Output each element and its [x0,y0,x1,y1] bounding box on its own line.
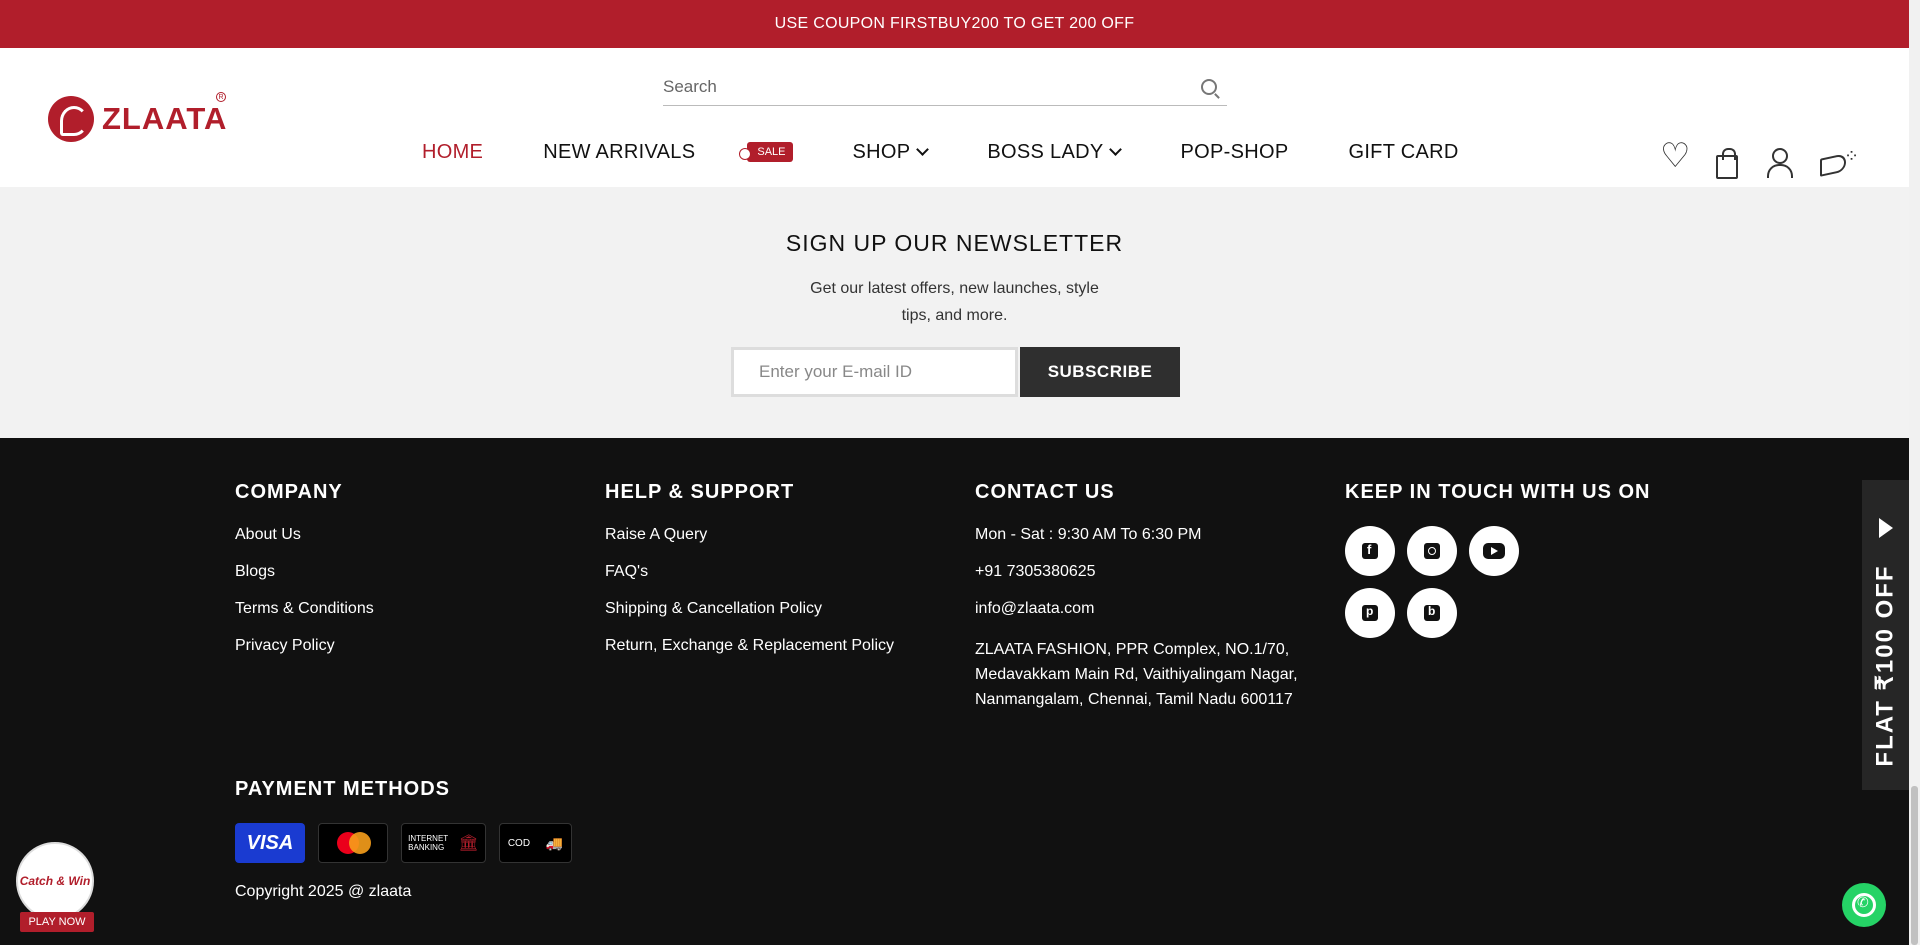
social-links [1345,526,1585,650]
link-terms[interactable]: Terms & Conditions [235,600,374,618]
contact-email[interactable]: info@zlaata.com [975,600,1315,618]
chevron-down-icon [916,143,930,156]
flat-offer-text: FLAT ₹100 OFF [1872,563,1900,767]
footer-contact: CONTACT US Mon - Sat : 9:30 AM To 6:30 P… [975,481,1315,712]
instagram-icon [1424,543,1440,559]
account-user-icon[interactable] [1764,148,1794,178]
payment-title: PAYMENT METHODS [235,778,451,800]
site-header: ZLAATA R HOME NEW ARRIVALS SALE SHOP BOS… [0,48,1909,187]
link-shipping-policy[interactable]: Shipping & Cancellation Policy [605,600,894,618]
flat-offer-tab[interactable]: FLAT ₹100 OFF [1862,480,1909,790]
link-raise-query[interactable]: Raise A Query [605,526,894,544]
contact-hours: Mon - Sat : 9:30 AM To 6:30 PM [975,526,1202,543]
net-banking-badge: INTERNET BANKING 🏛 [401,823,486,863]
newsletter-subtitle: Get our latest offers, new launches, sty… [810,280,1099,324]
nav-boss-lady[interactable]: BOSS LADY [987,140,1123,164]
mastercard-icon [335,832,371,854]
catch-win-widget[interactable]: Catch & Win PLAY NOW [16,842,94,934]
footer-contact-title: CONTACT US [975,481,1115,503]
link-privacy[interactable]: Privacy Policy [235,637,374,655]
youtube-link[interactable] [1469,526,1519,576]
link-about-us[interactable]: About Us [235,526,374,544]
mastercard-badge [318,823,388,863]
bank-icon: 🏛 [458,834,479,852]
nav-boss-lady-label: BOSS LADY [987,140,1104,163]
nav-home[interactable]: HOME [422,141,483,164]
net-banking-label: INTERNET BANKING [408,834,449,852]
cod-badge: COD 🚚 [499,823,572,863]
nav-shop-label: SHOP [852,140,911,163]
footer-help: HELP & SUPPORT Raise A Query FAQ's Shipp… [605,481,894,674]
newsletter-title: SIGN UP OUR NEWSLETTER [785,230,1124,256]
flat-offer-text-wrap: FLAT ₹100 OFF [1862,540,1909,790]
site-footer: COMPANY About Us Blogs Terms & Condition… [0,438,1909,945]
payment-list: VISA INTERNET BANKING 🏛 COD 🚚 [235,823,585,863]
registered-icon: R [216,92,226,102]
brand-logo[interactable]: ZLAATA R [48,92,228,142]
nav-sale-tag[interactable]: SALE [739,142,793,162]
catch-win-badge: Catch & Win [16,842,94,920]
footer-social: KEEP IN TOUCH WITH US ON [1345,481,1651,650]
page-scrollbar[interactable] [1909,0,1920,945]
instagram-link[interactable] [1407,526,1457,576]
wishlist-heart-icon[interactable] [1660,136,1690,178]
main-nav: HOME NEW ARRIVALS SALE SHOP BOSS LADY PO… [412,132,1519,172]
chevron-down-icon [1109,143,1123,156]
play-arrow-icon [1879,518,1893,538]
logo-mark-icon [48,96,94,142]
header-actions [1660,136,1876,179]
whatsapp-icon [1852,893,1876,917]
play-now-button[interactable]: PLAY NOW [20,912,94,932]
search-bar [663,68,1227,106]
payment-methods: PAYMENT METHODS VISA INTERNET BANKING 🏛 C… [235,778,585,901]
announcement-megaphone-icon[interactable] [1820,146,1859,178]
facebook-link[interactable] [1345,526,1395,576]
youtube-icon [1483,543,1505,559]
footer-company-title: COMPANY [235,481,343,503]
footer-company: COMPANY About Us Blogs Terms & Condition… [235,481,374,674]
link-faqs[interactable]: FAQ's [605,563,894,581]
blogger-icon [1424,604,1440,621]
blogger-link[interactable] [1407,588,1457,638]
pinterest-link[interactable] [1345,588,1395,638]
whatsapp-button[interactable] [1842,883,1886,927]
cart-bag-icon[interactable] [1716,148,1738,179]
scrollbar-thumb[interactable] [1911,786,1918,945]
newsletter-form: SUBSCRIBE [731,347,1180,397]
facebook-icon [1362,542,1378,559]
nav-gift-card[interactable]: GIFT CARD [1348,141,1458,164]
link-return-policy[interactable]: Return, Exchange & Replacement Policy [605,637,894,655]
announcement-bar: USE COUPON FIRSTBUY200 TO GET 200 OFF [0,0,1909,48]
nav-new-arrivals[interactable]: NEW ARRIVALS [543,141,695,164]
search-input[interactable] [663,76,1201,97]
nav-pop-shop[interactable]: POP-SHOP [1180,141,1288,164]
footer-social-title: KEEP IN TOUCH WITH US ON [1345,481,1651,503]
pinterest-icon [1362,604,1378,621]
search-icon[interactable] [1201,78,1217,95]
visa-icon: VISA [235,823,305,863]
logo-text: ZLAATA [102,101,228,136]
contact-phone[interactable]: +91 7305380625 [975,563,1315,581]
contact-address: ZLAATA FASHION, PPR Complex, NO.1/70, Me… [975,641,1298,708]
link-blogs[interactable]: Blogs [235,563,374,581]
catch-win-text: Catch & Win [19,874,91,888]
cod-label: COD [507,837,531,849]
footer-help-title: HELP & SUPPORT [605,481,795,503]
newsletter-section: SIGN UP OUR NEWSLETTER Get our latest of… [0,187,1909,438]
truck-icon: 🚚 [545,834,564,851]
subscribe-button[interactable]: SUBSCRIBE [1020,347,1180,397]
announcement-text: USE COUPON FIRSTBUY200 TO GET 200 OFF [774,15,1135,32]
newsletter-email-input[interactable] [731,347,1018,397]
nav-shop[interactable]: SHOP [852,140,930,164]
copyright: Copyright 2025 @ zlaata [235,883,412,900]
